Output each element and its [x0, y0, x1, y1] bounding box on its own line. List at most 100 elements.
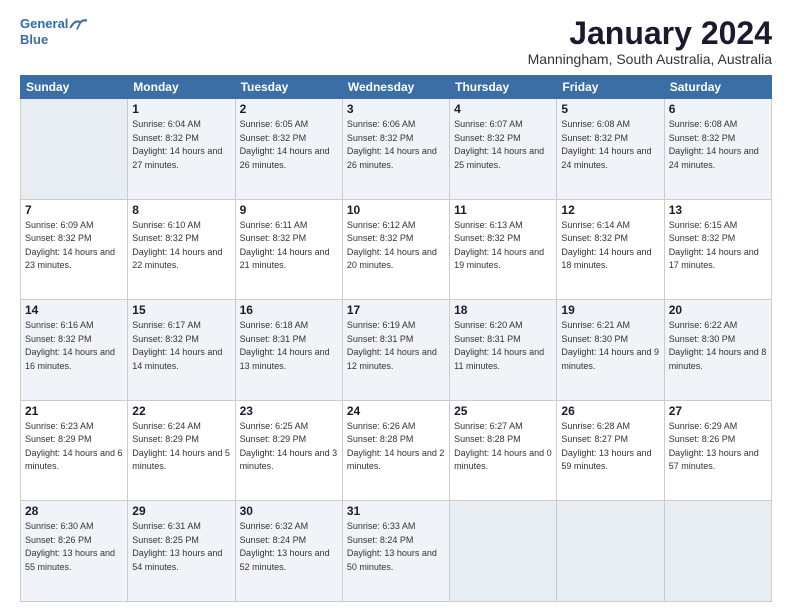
cell-5-6: [557, 501, 664, 602]
cell-info: Sunrise: 6:04 AMSunset: 8:32 PMDaylight:…: [132, 119, 222, 170]
day-number: 26: [561, 404, 659, 418]
header-friday: Friday: [557, 76, 664, 99]
cell-2-2: 8 Sunrise: 6:10 AMSunset: 8:32 PMDayligh…: [128, 199, 235, 300]
cell-2-4: 10 Sunrise: 6:12 AMSunset: 8:32 PMDaylig…: [342, 199, 449, 300]
cell-info: Sunrise: 6:13 AMSunset: 8:32 PMDaylight:…: [454, 220, 544, 271]
day-number: 18: [454, 303, 552, 317]
cell-info: Sunrise: 6:08 AMSunset: 8:32 PMDaylight:…: [561, 119, 651, 170]
cell-info: Sunrise: 6:33 AMSunset: 8:24 PMDaylight:…: [347, 521, 437, 572]
cell-info: Sunrise: 6:23 AMSunset: 8:29 PMDaylight:…: [25, 421, 123, 472]
cell-info: Sunrise: 6:32 AMSunset: 8:24 PMDaylight:…: [240, 521, 330, 572]
day-number: 21: [25, 404, 123, 418]
title-block: January 2024 Manningham, South Australia…: [528, 16, 772, 67]
cell-info: Sunrise: 6:31 AMSunset: 8:25 PMDaylight:…: [132, 521, 222, 572]
cell-1-4: 3 Sunrise: 6:06 AMSunset: 8:32 PMDayligh…: [342, 99, 449, 200]
header-row: Sunday Monday Tuesday Wednesday Thursday…: [21, 76, 772, 99]
day-number: 16: [240, 303, 338, 317]
cell-1-1: [21, 99, 128, 200]
day-number: 13: [669, 203, 767, 217]
day-number: 8: [132, 203, 230, 217]
day-number: 22: [132, 404, 230, 418]
cell-5-4: 31 Sunrise: 6:33 AMSunset: 8:24 PMDaylig…: [342, 501, 449, 602]
cell-5-3: 30 Sunrise: 6:32 AMSunset: 8:24 PMDaylig…: [235, 501, 342, 602]
cell-2-1: 7 Sunrise: 6:09 AMSunset: 8:32 PMDayligh…: [21, 199, 128, 300]
day-number: 19: [561, 303, 659, 317]
day-number: 14: [25, 303, 123, 317]
cell-info: Sunrise: 6:10 AMSunset: 8:32 PMDaylight:…: [132, 220, 222, 271]
cell-info: Sunrise: 6:18 AMSunset: 8:31 PMDaylight:…: [240, 320, 330, 371]
cell-3-7: 20 Sunrise: 6:22 AMSunset: 8:30 PMDaylig…: [664, 300, 771, 401]
cell-2-6: 12 Sunrise: 6:14 AMSunset: 8:32 PMDaylig…: [557, 199, 664, 300]
day-number: 3: [347, 102, 445, 116]
day-number: 4: [454, 102, 552, 116]
header-monday: Monday: [128, 76, 235, 99]
cell-info: Sunrise: 6:17 AMSunset: 8:32 PMDaylight:…: [132, 320, 222, 371]
header-saturday: Saturday: [664, 76, 771, 99]
cell-3-4: 17 Sunrise: 6:19 AMSunset: 8:31 PMDaylig…: [342, 300, 449, 401]
day-number: 25: [454, 404, 552, 418]
day-number: 30: [240, 504, 338, 518]
cell-3-5: 18 Sunrise: 6:20 AMSunset: 8:31 PMDaylig…: [450, 300, 557, 401]
cell-4-5: 25 Sunrise: 6:27 AMSunset: 8:28 PMDaylig…: [450, 400, 557, 501]
cell-info: Sunrise: 6:08 AMSunset: 8:32 PMDaylight:…: [669, 119, 759, 170]
day-number: 31: [347, 504, 445, 518]
cell-2-5: 11 Sunrise: 6:13 AMSunset: 8:32 PMDaylig…: [450, 199, 557, 300]
week-row-1: 1 Sunrise: 6:04 AMSunset: 8:32 PMDayligh…: [21, 99, 772, 200]
cell-4-4: 24 Sunrise: 6:26 AMSunset: 8:28 PMDaylig…: [342, 400, 449, 501]
cell-info: Sunrise: 6:05 AMSunset: 8:32 PMDaylight:…: [240, 119, 330, 170]
day-number: 10: [347, 203, 445, 217]
week-row-4: 21 Sunrise: 6:23 AMSunset: 8:29 PMDaylig…: [21, 400, 772, 501]
cell-5-5: [450, 501, 557, 602]
cell-5-2: 29 Sunrise: 6:31 AMSunset: 8:25 PMDaylig…: [128, 501, 235, 602]
week-row-3: 14 Sunrise: 6:16 AMSunset: 8:32 PMDaylig…: [21, 300, 772, 401]
cell-info: Sunrise: 6:25 AMSunset: 8:29 PMDaylight:…: [240, 421, 338, 472]
cell-info: Sunrise: 6:20 AMSunset: 8:31 PMDaylight:…: [454, 320, 544, 371]
calendar-subtitle: Manningham, South Australia, Australia: [528, 51, 772, 67]
day-number: 28: [25, 504, 123, 518]
day-number: 29: [132, 504, 230, 518]
logo-bird-icon: [69, 17, 87, 31]
cell-4-2: 22 Sunrise: 6:24 AMSunset: 8:29 PMDaylig…: [128, 400, 235, 501]
header-sunday: Sunday: [21, 76, 128, 99]
calendar-table: Sunday Monday Tuesday Wednesday Thursday…: [20, 75, 772, 602]
cell-4-1: 21 Sunrise: 6:23 AMSunset: 8:29 PMDaylig…: [21, 400, 128, 501]
cell-3-1: 14 Sunrise: 6:16 AMSunset: 8:32 PMDaylig…: [21, 300, 128, 401]
cell-info: Sunrise: 6:15 AMSunset: 8:32 PMDaylight:…: [669, 220, 759, 271]
day-number: 2: [240, 102, 338, 116]
cell-2-7: 13 Sunrise: 6:15 AMSunset: 8:32 PMDaylig…: [664, 199, 771, 300]
cell-info: Sunrise: 6:24 AMSunset: 8:29 PMDaylight:…: [132, 421, 230, 472]
cell-info: Sunrise: 6:26 AMSunset: 8:28 PMDaylight:…: [347, 421, 445, 472]
cell-info: Sunrise: 6:07 AMSunset: 8:32 PMDaylight:…: [454, 119, 544, 170]
header-wednesday: Wednesday: [342, 76, 449, 99]
cell-3-2: 15 Sunrise: 6:17 AMSunset: 8:32 PMDaylig…: [128, 300, 235, 401]
cell-info: Sunrise: 6:14 AMSunset: 8:32 PMDaylight:…: [561, 220, 651, 271]
cell-info: Sunrise: 6:09 AMSunset: 8:32 PMDaylight:…: [25, 220, 115, 271]
cell-info: Sunrise: 6:19 AMSunset: 8:31 PMDaylight:…: [347, 320, 437, 371]
week-row-2: 7 Sunrise: 6:09 AMSunset: 8:32 PMDayligh…: [21, 199, 772, 300]
header-thursday: Thursday: [450, 76, 557, 99]
day-number: 27: [669, 404, 767, 418]
cell-4-3: 23 Sunrise: 6:25 AMSunset: 8:29 PMDaylig…: [235, 400, 342, 501]
day-number: 24: [347, 404, 445, 418]
cell-info: Sunrise: 6:16 AMSunset: 8:32 PMDaylight:…: [25, 320, 115, 371]
day-number: 20: [669, 303, 767, 317]
cell-info: Sunrise: 6:12 AMSunset: 8:32 PMDaylight:…: [347, 220, 437, 271]
cell-info: Sunrise: 6:11 AMSunset: 8:32 PMDaylight:…: [240, 220, 330, 271]
cell-info: Sunrise: 6:30 AMSunset: 8:26 PMDaylight:…: [25, 521, 115, 572]
cell-info: Sunrise: 6:22 AMSunset: 8:30 PMDaylight:…: [669, 320, 767, 371]
cell-1-3: 2 Sunrise: 6:05 AMSunset: 8:32 PMDayligh…: [235, 99, 342, 200]
logo: General Blue: [20, 16, 87, 47]
header-tuesday: Tuesday: [235, 76, 342, 99]
calendar-title: January 2024: [528, 16, 772, 51]
page: General Blue January 2024 Manningham, So…: [0, 0, 792, 612]
day-number: 1: [132, 102, 230, 116]
cell-2-3: 9 Sunrise: 6:11 AMSunset: 8:32 PMDayligh…: [235, 199, 342, 300]
cell-1-2: 1 Sunrise: 6:04 AMSunset: 8:32 PMDayligh…: [128, 99, 235, 200]
cell-5-7: [664, 501, 771, 602]
day-number: 17: [347, 303, 445, 317]
day-number: 7: [25, 203, 123, 217]
cell-5-1: 28 Sunrise: 6:30 AMSunset: 8:26 PMDaylig…: [21, 501, 128, 602]
cell-1-7: 6 Sunrise: 6:08 AMSunset: 8:32 PMDayligh…: [664, 99, 771, 200]
day-number: 15: [132, 303, 230, 317]
day-number: 6: [669, 102, 767, 116]
